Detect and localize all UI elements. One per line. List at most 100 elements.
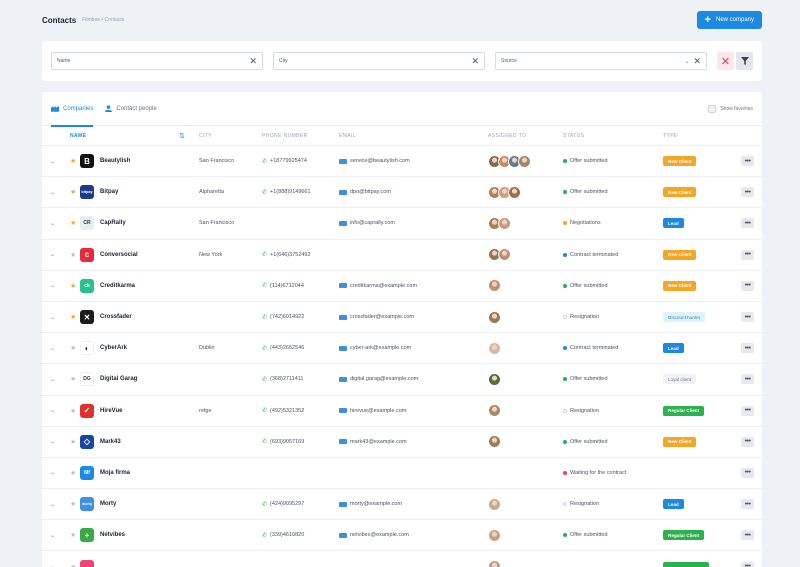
avatar[interactable]: [488, 435, 501, 449]
clear-name-icon[interactable]: ✕: [249, 56, 257, 66]
tab-companies[interactable]: Companies: [51, 92, 94, 127]
company-name[interactable]: Netvibes: [100, 520, 125, 550]
favorite-star-icon[interactable]: ★: [70, 240, 76, 270]
avatar[interactable]: [488, 372, 501, 386]
expand-chevron-icon[interactable]: ⌄: [50, 427, 55, 457]
clear-city-icon[interactable]: ✕: [471, 56, 479, 66]
favorite-star-icon[interactable]: ★: [70, 396, 76, 426]
avatar[interactable]: [488, 279, 501, 293]
expand-chevron-icon[interactable]: ⌄: [50, 364, 55, 394]
avatar[interactable]: [488, 497, 501, 511]
favorite-star-icon[interactable]: ★: [70, 271, 76, 301]
source-filter-select[interactable]: Source ⌄ ✕: [495, 52, 707, 70]
company-name[interactable]: Conversocial: [100, 240, 138, 270]
column-header-phone[interactable]: PHONE NUMBER: [262, 126, 308, 145]
expand-chevron-icon[interactable]: ⌄: [50, 489, 55, 519]
table-row[interactable]: ⌄ ★ + Netvibes ✆ (339)4610820 netvibes@example…: [42, 520, 762, 552]
expand-chevron-icon[interactable]: ⌄: [50, 458, 55, 488]
favorite-star-icon[interactable]: ★: [70, 364, 76, 394]
company-name[interactable]: Digital Garag: [100, 364, 137, 394]
favorite-star-icon[interactable]: ★: [70, 520, 76, 550]
more-options-button[interactable]: •••: [741, 218, 754, 229]
company-phone[interactable]: ✆ (492)5321352: [262, 396, 304, 426]
more-options-button[interactable]: •••: [741, 467, 754, 478]
company-email[interactable]: dpo@bitpay.com: [339, 177, 391, 207]
company-email[interactable]: creditkarma@example.com: [339, 271, 417, 301]
more-options-button[interactable]: •••: [741, 156, 754, 167]
company-name[interactable]: Bitpay: [100, 177, 118, 207]
table-row[interactable]: ⌄ ★ •••: [42, 551, 762, 567]
expand-chevron-icon[interactable]: ⌄: [50, 551, 55, 567]
chevron-down-icon[interactable]: ⌄: [684, 58, 689, 65]
company-phone[interactable]: ✆ +1(888)9149661: [262, 177, 311, 207]
company-name[interactable]: Crossfader: [100, 302, 132, 332]
table-row[interactable]: ⌄ ★ c Conversocial New York ✆ +1(646)3752492 Co…: [42, 240, 762, 271]
column-header-assigned[interactable]: ASSIGNED TO: [488, 126, 526, 145]
favorite-star-icon[interactable]: ★: [70, 208, 76, 238]
expand-chevron-icon[interactable]: ⌄: [50, 396, 55, 426]
more-options-button[interactable]: •••: [741, 343, 754, 354]
company-phone[interactable]: ✆ (742)6014922: [262, 302, 304, 332]
more-options-button[interactable]: •••: [741, 374, 754, 385]
avatar[interactable]: [508, 185, 521, 199]
table-row[interactable]: ⌄ ★ morty Morty ✆ (424)9095297 morty@example.c…: [42, 489, 762, 521]
table-row[interactable]: ⌄ ★ ✕ Crossfader ✆ (742)6014922 crossfader@exa…: [42, 302, 762, 334]
company-phone[interactable]: ✆ (693)9057169: [262, 427, 304, 457]
avatar[interactable]: [488, 528, 501, 542]
avatar[interactable]: [498, 248, 511, 262]
company-email[interactable]: morty@example.com: [339, 489, 402, 519]
favorite-star-icon[interactable]: ★: [70, 302, 76, 332]
company-name[interactable]: Moja firma: [100, 458, 130, 488]
city-filter-input[interactable]: City ✕: [273, 52, 485, 70]
show-favorites-checkbox[interactable]: [708, 104, 717, 113]
more-options-button[interactable]: •••: [741, 187, 754, 198]
more-options-button[interactable]: •••: [741, 280, 754, 291]
expand-chevron-icon[interactable]: ⌄: [50, 208, 55, 238]
name-filter-input[interactable]: Name ✕: [51, 52, 263, 70]
filter-button[interactable]: [736, 52, 753, 70]
company-name[interactable]: Creditkarma: [100, 271, 135, 301]
company-name[interactable]: HireVue: [100, 396, 122, 426]
expand-chevron-icon[interactable]: ⌄: [50, 240, 55, 270]
company-email[interactable]: cyber-ark@example.com: [339, 333, 411, 363]
column-header-city[interactable]: CITY: [199, 126, 212, 145]
favorite-star-icon[interactable]: ★: [70, 489, 76, 519]
column-header-email[interactable]: EMAIL: [339, 126, 356, 145]
favorite-star-icon[interactable]: ★: [70, 458, 76, 488]
more-options-button[interactable]: •••: [741, 436, 754, 447]
more-options-button[interactable]: •••: [741, 530, 754, 541]
tab-contact-people[interactable]: Contact people: [105, 92, 157, 126]
column-header-status[interactable]: STATUS: [563, 126, 584, 145]
more-options-button[interactable]: •••: [741, 499, 754, 510]
company-email[interactable]: service@beautylish.com: [339, 146, 410, 176]
new-company-button[interactable]: + New company: [696, 11, 762, 29]
more-options-button[interactable]: •••: [741, 312, 754, 323]
table-row[interactable]: ⌄ ★ ck Creditkarma ✆ (114)6712044 creditkarma@…: [42, 271, 762, 302]
company-name[interactable]: Mark43: [100, 427, 121, 457]
company-email[interactable]: crossfader@example.com: [339, 302, 414, 332]
expand-chevron-icon[interactable]: ⌄: [50, 177, 55, 207]
company-name[interactable]: CapRally: [100, 208, 126, 238]
company-email[interactable]: netvibes@example.com: [339, 520, 409, 550]
more-options-button[interactable]: •••: [741, 561, 754, 567]
breadcrumb[interactable]: Filmbee • Contacts: [82, 17, 124, 23]
clear-source-icon[interactable]: ✕: [693, 56, 701, 66]
favorite-star-icon[interactable]: ★: [70, 146, 76, 176]
table-row[interactable]: ⌄ ★ B Beautylish San Francisco ✆ +18779925474 s…: [42, 146, 762, 178]
company-phone[interactable]: ✆ +18779925474: [262, 146, 307, 176]
expand-chevron-icon[interactable]: ⌄: [50, 146, 55, 176]
company-email[interactable]: hirevue@example.com: [339, 396, 406, 426]
more-options-button[interactable]: •••: [741, 249, 754, 260]
avatar[interactable]: [498, 216, 511, 230]
show-favorites-toggle[interactable]: Show favorites: [708, 104, 753, 113]
avatar[interactable]: [488, 560, 501, 567]
table-row[interactable]: ⌄ ★ CR CapRally San Francisco info@caprally.c…: [42, 208, 762, 240]
table-row[interactable]: ⌄ ★ Mf Moja firma Waiting for the contract ••…: [42, 458, 762, 490]
company-email[interactable]: info@caprally.com: [339, 208, 395, 238]
favorite-star-icon[interactable]: ★: [70, 333, 76, 363]
avatar[interactable]: [488, 341, 501, 355]
favorite-star-icon[interactable]: ★: [70, 551, 76, 567]
expand-chevron-icon[interactable]: ⌄: [50, 333, 55, 363]
table-row[interactable]: ⌄ ★ ✓ HireVue retge ✆ (492)5321352 hirevue@exam…: [42, 396, 762, 427]
company-email[interactable]: digital.garag@example.com: [339, 364, 418, 394]
